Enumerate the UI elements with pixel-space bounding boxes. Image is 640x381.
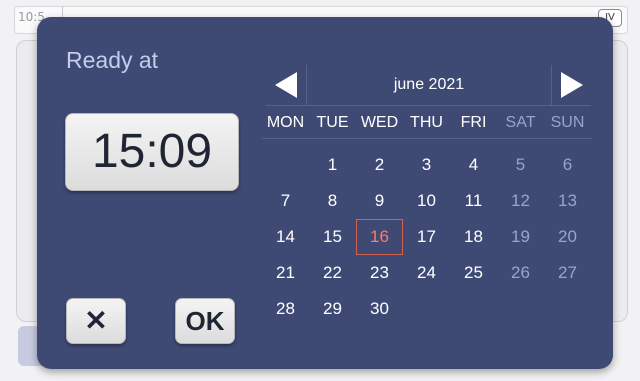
month-label: june 2021: [393, 76, 465, 93]
weekday-thu: THU: [410, 114, 443, 131]
calendar-day-grid: 1 2 3 4 5 6 7 8 9 10 11 12 13 14 15 16 17 18 19 20 21 22 23 24 2…: [262, 147, 592, 327]
weekday-header-row: MON TUE WED THU FRI SAT SUN: [262, 114, 592, 139]
next-month-button[interactable]: [551, 65, 592, 105]
calendar-day-6[interactable]: 6: [544, 147, 591, 183]
calendar-day-20[interactable]: 20: [544, 219, 591, 255]
dialog-title: Ready at: [66, 47, 159, 73]
calendar-day-11[interactable]: 11: [450, 183, 497, 219]
ready-at-dialog: Ready at 15:09 ✕ OK june 2021 MON TUE WE…: [37, 17, 613, 369]
calendar-day-2[interactable]: 2: [356, 147, 403, 183]
calendar-day-27[interactable]: 27: [544, 255, 591, 291]
weekday-tue: TUE: [316, 114, 349, 131]
calendar-day-13[interactable]: 13: [544, 183, 591, 219]
weekday-sat: SAT: [505, 114, 536, 131]
calendar-day-7[interactable]: 7: [262, 183, 309, 219]
calendar-day-22[interactable]: 22: [309, 255, 356, 291]
calendar-day-14[interactable]: 14: [262, 219, 309, 255]
calendar-day-1[interactable]: 1: [309, 147, 356, 183]
cancel-button[interactable]: ✕: [66, 298, 126, 344]
calendar-day-4[interactable]: 4: [450, 147, 497, 183]
triangle-right-icon: [561, 72, 583, 98]
calendar-day-26[interactable]: 26: [497, 255, 544, 291]
calendar-day-30[interactable]: 30: [356, 291, 403, 327]
calendar-day-29[interactable]: 29: [309, 291, 356, 327]
calendar-day-3[interactable]: 3: [403, 147, 450, 183]
calendar-day-25[interactable]: 25: [450, 255, 497, 291]
triangle-left-icon: [275, 72, 297, 98]
calendar-day-28[interactable]: 28: [262, 291, 309, 327]
calendar-day-15[interactable]: 15: [309, 219, 356, 255]
weekday-sun: SUN: [550, 114, 585, 131]
month-header: june 2021: [266, 65, 591, 106]
calendar-day-23[interactable]: 23: [356, 255, 403, 291]
calendar-day-16[interactable]: 16: [356, 219, 403, 255]
calendar-day-17[interactable]: 17: [403, 219, 450, 255]
calendar-day-5[interactable]: 5: [497, 147, 544, 183]
weekday-wed: WED: [360, 114, 399, 131]
calendar-day-12[interactable]: 12: [497, 183, 544, 219]
calendar-day-19[interactable]: 19: [497, 219, 544, 255]
calendar-day-18[interactable]: 18: [450, 219, 497, 255]
calendar-day-9[interactable]: 9: [356, 183, 403, 219]
previous-month-button[interactable]: [266, 65, 307, 105]
calendar-day-8[interactable]: 8: [309, 183, 356, 219]
weekday-mon: MON: [266, 114, 305, 131]
calendar-day-24[interactable]: 24: [403, 255, 450, 291]
weekday-fri: FRI: [460, 114, 487, 131]
calendar-day-21[interactable]: 21: [262, 255, 309, 291]
ok-button[interactable]: OK: [175, 298, 235, 344]
time-field[interactable]: 15:09: [65, 113, 239, 191]
calendar-day-10[interactable]: 10: [403, 183, 450, 219]
